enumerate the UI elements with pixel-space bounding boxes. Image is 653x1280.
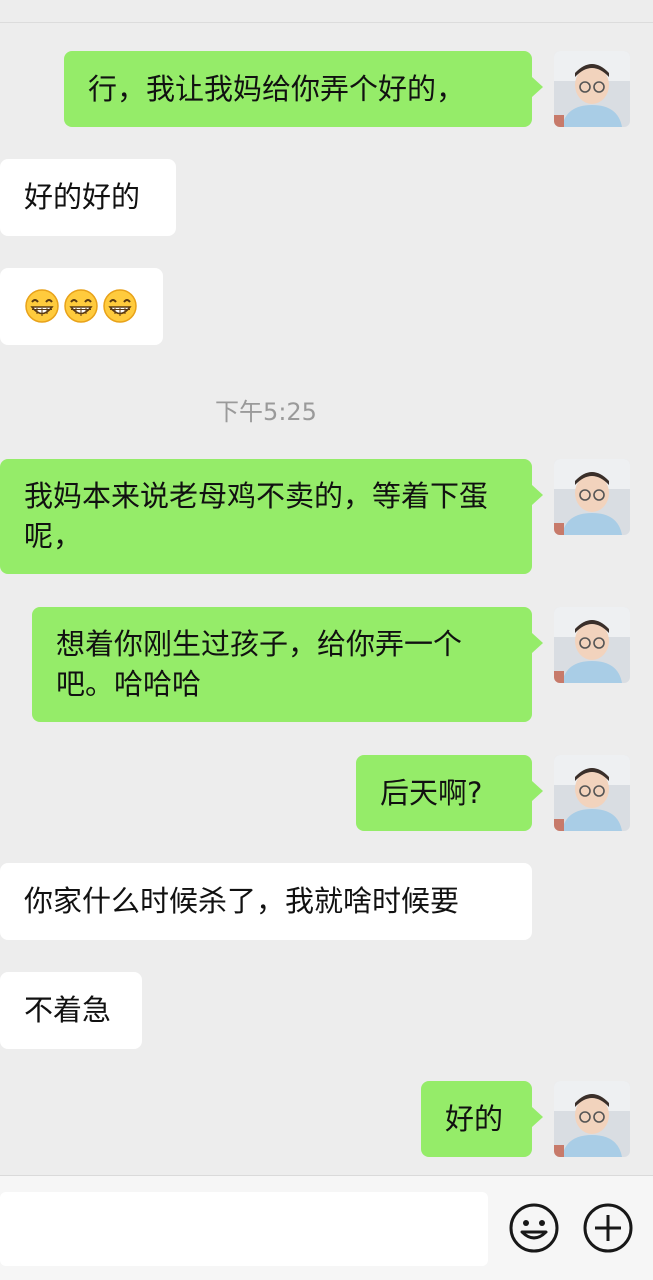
- message-text: 不着急: [24, 993, 112, 1027]
- message-bubble-sent[interactable]: 想着你刚生过孩子，给你弄一个吧。哈哈哈: [32, 607, 543, 722]
- message-input-bar: [0, 1175, 653, 1280]
- message-bubble-received[interactable]: 你家什么时候杀了，我就啥时候要: [0, 863, 532, 940]
- message-text: 好的好的: [24, 180, 141, 214]
- message-bubble-sent[interactable]: 行，我让我妈给你弄个好的，: [64, 51, 543, 127]
- top-divider: [0, 22, 653, 23]
- message-input-field[interactable]: [0, 1192, 488, 1266]
- message-bubble-sent[interactable]: 好的: [421, 1081, 543, 1157]
- message-bubble-sent[interactable]: 后天啊?: [356, 755, 543, 831]
- message-bubble-sent[interactable]: 我妈本来说老母鸡不卖的，等着下蛋呢，: [0, 459, 543, 574]
- message-text: 好的: [445, 1102, 504, 1136]
- message-bubble-received[interactable]: 好的好的: [0, 159, 176, 236]
- message-text: 你家什么时候杀了，我就啥时候要: [24, 884, 460, 918]
- emoji-button[interactable]: [508, 1202, 560, 1254]
- emoji-row: [24, 286, 139, 326]
- message-text: 我妈本来说老母鸡不卖的，等着下蛋呢，: [24, 479, 489, 553]
- grinning-face-emoji: [103, 289, 137, 323]
- message-bubble-received[interactable]: [0, 268, 163, 345]
- message-text: 行，我让我妈给你弄个好的，: [88, 72, 466, 106]
- message-text: 后天啊?: [380, 776, 483, 810]
- avatar[interactable]: [554, 1081, 630, 1157]
- avatar[interactable]: [554, 51, 630, 127]
- grinning-face-emoji: [25, 289, 59, 323]
- message-bubble-received[interactable]: 不着急: [0, 972, 142, 1049]
- plus-circle-icon: [583, 1203, 633, 1253]
- chat-timestamp: 下午5:25: [215, 398, 317, 426]
- smiley-face-icon: [509, 1203, 559, 1253]
- avatar[interactable]: [554, 755, 630, 831]
- chat-screen: 行，我让我妈给你弄个好的， 好的好的 下午5:25 我妈本来说老母鸡不卖的，等着…: [0, 0, 653, 1280]
- grinning-face-emoji: [64, 289, 98, 323]
- avatar[interactable]: [554, 607, 630, 683]
- more-options-button[interactable]: [582, 1202, 634, 1254]
- avatar[interactable]: [554, 459, 630, 535]
- message-text: 想着你刚生过孩子，给你弄一个吧。哈哈哈: [56, 627, 463, 701]
